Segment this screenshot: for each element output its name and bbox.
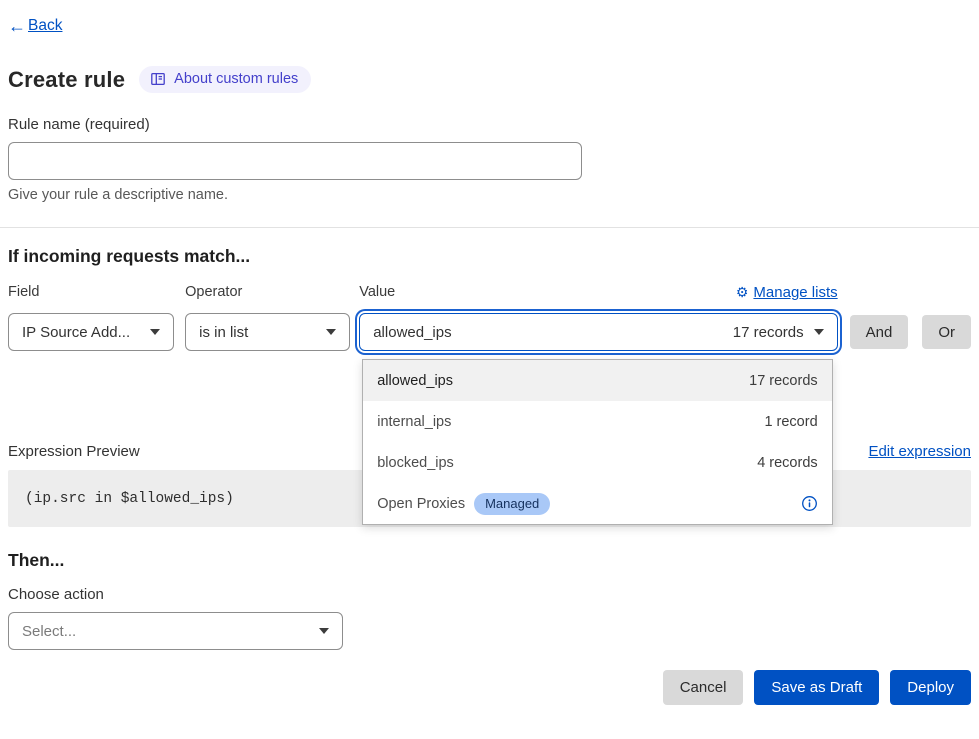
chevron-down-icon (814, 329, 824, 335)
back-label: Back (28, 17, 62, 35)
expression-preview-label: Expression Preview (8, 443, 140, 460)
rule-name-label: Rule name (required) (8, 116, 971, 133)
section-divider (0, 227, 979, 228)
footer-actions: Cancel Save as Draft Deploy (8, 670, 971, 705)
list-option-meta: 1 record (764, 414, 817, 430)
rule-name-input[interactable] (8, 142, 582, 180)
value-label-row: Value ⚙ Manage lists (359, 283, 837, 301)
cancel-button[interactable]: Cancel (663, 670, 744, 705)
chevron-down-icon (319, 628, 329, 634)
list-option-name: blocked_ips (377, 455, 454, 471)
value-select-value: allowed_ips (373, 324, 733, 341)
gear-icon: ⚙ (736, 285, 749, 299)
save-as-draft-button[interactable]: Save as Draft (754, 670, 879, 705)
manage-lists-link[interactable]: ⚙ Manage lists (736, 284, 838, 301)
list-option-allowed-ips[interactable]: allowed_ips 17 records (363, 360, 831, 401)
list-option-name: Open Proxies (377, 496, 465, 512)
create-rule-page: ← Back Create rule About custom rules Ru… (0, 0, 979, 739)
condition-row: Field IP Source Add... Operator is in li… (8, 283, 971, 351)
action-select-placeholder: Select... (22, 623, 309, 640)
info-icon[interactable] (801, 495, 818, 512)
list-option-blocked-ips[interactable]: blocked_ips 4 records (363, 442, 831, 483)
match-section-heading: If incoming requests match... (8, 246, 971, 267)
back-link[interactable]: ← Back (8, 17, 62, 35)
operator-column: Operator is in list (185, 283, 350, 351)
chevron-down-icon (326, 329, 336, 335)
operator-select[interactable]: is in list (185, 313, 350, 351)
back-arrow-icon: ← (8, 17, 26, 35)
value-column: Value ⚙ Manage lists allowed_ips 17 reco… (359, 283, 837, 351)
field-label: Field (8, 283, 174, 301)
field-select-value: IP Source Add... (22, 324, 140, 341)
operator-label: Operator (185, 283, 350, 301)
list-option-name: internal_ips (377, 414, 451, 430)
value-label: Value (359, 284, 395, 300)
field-select[interactable]: IP Source Add... (8, 313, 174, 351)
managed-badge: Managed (474, 493, 550, 515)
choose-action-label: Choose action (8, 586, 971, 603)
value-select[interactable]: allowed_ips 17 records allowed_ips 17 re… (359, 313, 837, 351)
value-select-meta: 17 records (733, 324, 804, 341)
book-icon (150, 71, 166, 87)
list-option-meta: 4 records (757, 455, 817, 471)
field-column: Field IP Source Add... (8, 283, 174, 351)
chevron-down-icon (150, 329, 160, 335)
list-option-meta: 17 records (749, 373, 818, 389)
expression-code: (ip.src in $allowed_ips) (25, 491, 234, 507)
list-dropdown-panel: allowed_ips 17 records internal_ips 1 re… (362, 359, 832, 525)
action-select[interactable]: Select... (8, 612, 343, 650)
and-button[interactable]: And (850, 315, 909, 349)
title-row: Create rule About custom rules (8, 66, 971, 93)
then-section-heading: Then... (8, 550, 971, 571)
list-option-open-proxies[interactable]: Open Proxies Managed (363, 483, 831, 524)
page-title: Create rule (8, 67, 125, 93)
about-custom-rules-link[interactable]: About custom rules (139, 66, 311, 93)
list-option-internal-ips[interactable]: internal_ips 1 record (363, 401, 831, 442)
operator-select-value: is in list (199, 324, 316, 341)
about-custom-rules-label: About custom rules (174, 71, 298, 87)
edit-expression-link[interactable]: Edit expression (868, 443, 971, 460)
deploy-button[interactable]: Deploy (890, 670, 971, 705)
rule-name-helper: Give your rule a descriptive name. (8, 187, 971, 203)
or-button[interactable]: Or (922, 315, 971, 349)
manage-lists-label: Manage lists (753, 284, 837, 301)
list-option-name: allowed_ips (377, 373, 453, 389)
